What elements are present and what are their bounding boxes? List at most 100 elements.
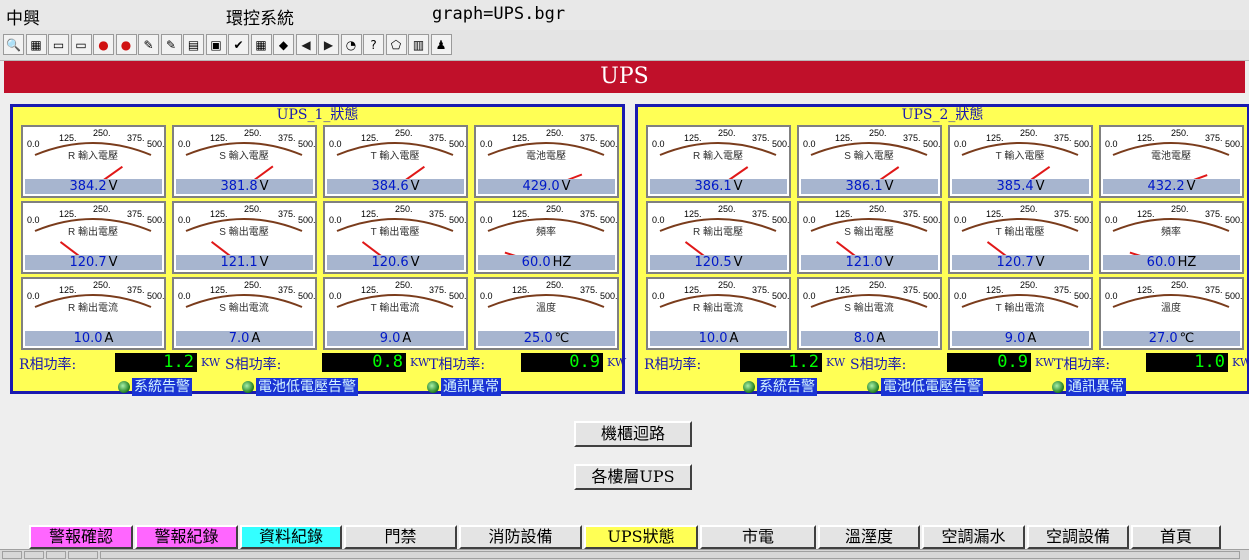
scale-label: 500. [147,139,164,149]
colors-icon[interactable]: ◆ [273,34,294,55]
toolbar: 🔍 ▦ ▭ ▭ ● ● ✎ ✎ ▤ ▣ ✔ ▦ ◆ ◀ ▶ ◔? ⬠ ▥ ♟ [0,30,1249,61]
scale-label: 500. [147,215,164,225]
scale-label: 375. [752,285,770,295]
gauge-reading: 386.1 V [650,179,787,194]
gauge-unit: V [108,179,118,194]
scale-label: 375. [1205,285,1223,295]
gauge: 0.0 125. 250. 375. 500. 頻率 60.0 HZ [1099,201,1244,274]
scale-label: 125. [512,209,530,219]
red-ball-alt-icon[interactable]: ● [115,34,137,55]
nav-item-4[interactable]: 門禁 [344,525,457,549]
nav-item-7[interactable]: 市電 [700,525,816,549]
checklist-icon[interactable]: ▣ [205,34,227,55]
gauge: 0.0 125. 250. 375. 500. S 輸入電壓 386.1 V [797,125,942,198]
gauge-value: 10.0 [73,331,103,346]
gauge-unit: V [884,179,894,194]
alarm-indicator[interactable]: 電池低電壓告警 [867,378,983,396]
scale-label: 250. [93,280,111,290]
scale-label: 0.0 [178,215,191,225]
status-led-icon [743,381,755,393]
nav-item-11[interactable]: 首頁 [1131,525,1221,549]
nav-item-5[interactable]: 消防設備 [459,525,582,549]
scale-label: 250. [395,280,413,290]
ups-panel-2: UPS_2_狀態 0.0 125. 250. 375. 500. R 輸入電壓 386.1 V 0… [635,104,1249,396]
alarm-indicator[interactable]: 通訊異常 [427,378,501,396]
scale-label: 500. [772,291,789,301]
monitor-alt-icon[interactable]: ▭ [70,34,92,55]
cabinet-circuit-button[interactable]: 機櫃迴路 [574,421,692,447]
scale-label: 125. [210,209,228,219]
arrow-left-icon[interactable]: ◀ [295,34,317,55]
scale-label: 0.0 [480,291,493,301]
alarm-indicator[interactable]: 電池低電壓告警 [242,378,358,396]
calendar-icon[interactable]: ▥ [408,34,429,55]
scale-label: 500. [1074,139,1091,149]
scale-label: 500. [923,291,940,301]
power-value: 0.9 [947,353,1031,372]
alarm-row: 系統告警 電池低電壓告警 通訊異常 [13,378,622,396]
gauge-unit: A [1027,331,1037,346]
scale-label: 125. [361,133,379,143]
monitor-icon[interactable]: ▭ [48,34,69,55]
alarm-indicator[interactable]: 系統告警 [743,378,817,396]
grid-icon[interactable]: ▦ [25,34,47,55]
power-unit: KW [1035,356,1055,369]
alarm-indicator[interactable]: 通訊異常 [1052,378,1126,396]
scale-label: 0.0 [178,139,191,149]
alarm-indicator[interactable]: 系統告警 [118,378,192,396]
scale-label: 250. [546,204,564,214]
scale-label: 500. [923,215,940,225]
help-icon[interactable]: ? [363,34,384,55]
scale-label: 250. [1171,204,1189,214]
network-icon[interactable]: ▦ [250,34,272,55]
gauge-label: T 輸出電壓 [996,225,1045,238]
scale-label: 375. [580,209,598,219]
gauge-reading: 60.0 HZ [478,255,615,270]
red-ball-icon[interactable]: ● [93,34,114,55]
gauge: 0.0 125. 250. 375. 500. S 輸入電壓 381.8 V [172,125,317,198]
gauge: 0.0 125. 250. 375. 500. 電池電壓 429.0 V [474,125,619,198]
scale-label: 500. [1074,291,1091,301]
magnifier-icon[interactable]: 🔍 [3,34,24,55]
printer-icon[interactable]: ▤ [183,34,204,55]
scale-label: 125. [361,285,379,295]
nav-item-9[interactable]: 空調漏水 [922,525,1025,549]
alarm-label: 電池低電壓告警 [881,378,983,396]
gauge-unit: V [733,179,743,194]
gauge-reading: 429.0 V [478,179,615,194]
scale-label: 0.0 [27,139,40,149]
scale-label: 250. [395,128,413,138]
person-icon[interactable]: ♟ [430,34,452,55]
pencil-icon[interactable]: ✎ [138,34,159,55]
power-row: R相功率: 1.2 KW S相功率: 0.9 KW T相功率: 1.0 KW [644,351,1249,374]
floor-ups-button[interactable]: 各樓層UPS [574,464,692,490]
history-icon[interactable]: ◔ [340,34,362,55]
nav-item-8[interactable]: 溫溼度 [818,525,920,549]
gauge: 0.0 125. 250. 375. 500. S 輸出電流 8.0 A [797,277,942,350]
scale-label: 375. [752,133,770,143]
nav-item-1[interactable]: 警報確認 [29,525,133,549]
eraser-icon[interactable]: ⬠ [385,34,407,55]
nav-item-6[interactable]: UPS狀態 [584,525,698,549]
system-name: 環控系統 [226,9,294,29]
gauge-label: 電池電壓 [526,149,566,162]
gauge-label: 頻率 [1161,225,1181,238]
gauge: 0.0 125. 250. 375. 500. 溫度 27.0 ℃ [1099,277,1244,350]
checkmark-icon[interactable]: ✔ [228,34,249,55]
bottom-nav: 警報確認 警報紀錄 資料紀錄 門禁 消防設備 UPS狀態 市電 溫溼度 空調漏水 空調設備 首頁 [0,525,1249,549]
scale-label: 0.0 [803,139,816,149]
nav-item-2[interactable]: 警報紀錄 [135,525,238,549]
scale-label: 375. [1054,209,1072,219]
scale-label: 0.0 [954,291,967,301]
scale-label: 125. [59,209,77,219]
edit-icon[interactable]: ✎ [160,34,182,55]
gauge-label: S 輸入電壓 [219,149,268,162]
gauge-reading: 9.0 A [952,331,1089,346]
scale-label: 250. [546,128,564,138]
alarm-row: 系統告警 電池低電壓告警 通訊異常 [638,378,1247,396]
nav-item-3[interactable]: 資料紀錄 [240,525,342,549]
scale-label: 125. [59,133,77,143]
arrow-right-icon[interactable]: ▶ [318,34,339,55]
gauge-reading: 7.0 A [176,331,313,346]
nav-item-10[interactable]: 空調設備 [1027,525,1129,549]
